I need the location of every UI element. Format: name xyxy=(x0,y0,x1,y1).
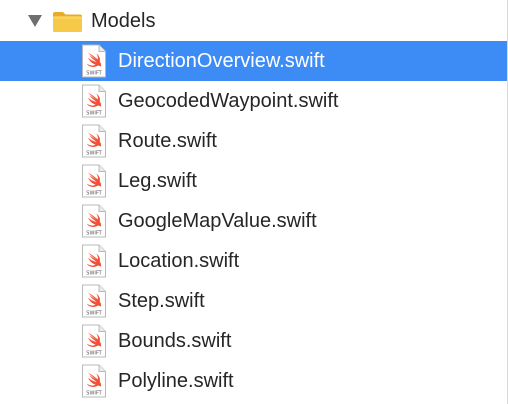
file-label: Location.swift xyxy=(118,250,240,272)
swift-file-icon: SWIFT xyxy=(82,284,106,318)
file-row-7[interactable]: SWIFT Bounds.swift xyxy=(0,321,507,361)
swift-icon-caption: SWIFT xyxy=(86,111,102,117)
swift-file-icon: SWIFT xyxy=(82,324,106,358)
project-navigator: Models SWIFT DirectionOverview.swift SWI… xyxy=(0,0,508,404)
file-label: DirectionOverview.swift xyxy=(118,50,325,72)
swift-icon-caption: SWIFT xyxy=(86,311,102,317)
file-row-3[interactable]: SWIFT Leg.swift xyxy=(0,161,507,201)
swift-icon-caption: SWIFT xyxy=(86,271,102,277)
file-label: Polyline.swift xyxy=(118,370,234,392)
file-row-8[interactable]: SWIFT Polyline.swift xyxy=(0,361,507,401)
file-label: Step.swift xyxy=(118,290,205,312)
file-label: GoogleMapValue.swift xyxy=(118,210,317,232)
group-label: Models xyxy=(91,10,156,32)
swift-icon-caption: SWIFT xyxy=(86,231,102,237)
swift-file-icon: SWIFT xyxy=(82,244,106,278)
disclosure-triangle-icon[interactable] xyxy=(28,15,42,27)
folder-icon xyxy=(53,12,82,32)
swift-icon-caption: SWIFT xyxy=(86,191,102,197)
swift-file-icon: SWIFT xyxy=(82,124,106,158)
file-row-2[interactable]: SWIFT Route.swift xyxy=(0,121,507,161)
swift-file-icon: SWIFT xyxy=(82,364,106,398)
file-label: Leg.swift xyxy=(118,170,197,192)
swift-icon-caption: SWIFT xyxy=(86,351,102,357)
swift-file-icon: SWIFT xyxy=(82,164,106,198)
swift-file-icon: SWIFT xyxy=(82,204,106,238)
swift-icon-caption: SWIFT xyxy=(86,151,102,157)
file-label: Route.swift xyxy=(118,130,217,152)
file-label: GeocodedWaypoint.swift xyxy=(118,90,339,112)
file-row-5[interactable]: SWIFT Location.swift xyxy=(0,241,507,281)
swift-icon-caption: SWIFT xyxy=(86,391,102,397)
file-row-4[interactable]: SWIFT GoogleMapValue.swift xyxy=(0,201,507,241)
swift-file-icon: SWIFT xyxy=(82,44,106,78)
group-row-models[interactable]: Models xyxy=(0,1,507,41)
swift-file-icon: SWIFT xyxy=(82,84,106,118)
file-row-0[interactable]: SWIFT DirectionOverview.swift xyxy=(0,41,507,81)
swift-icon-caption: SWIFT xyxy=(86,71,102,77)
file-label: Bounds.swift xyxy=(118,330,232,352)
file-row-6[interactable]: SWIFT Step.swift xyxy=(0,281,507,321)
file-row-1[interactable]: SWIFT GeocodedWaypoint.swift xyxy=(0,81,507,121)
